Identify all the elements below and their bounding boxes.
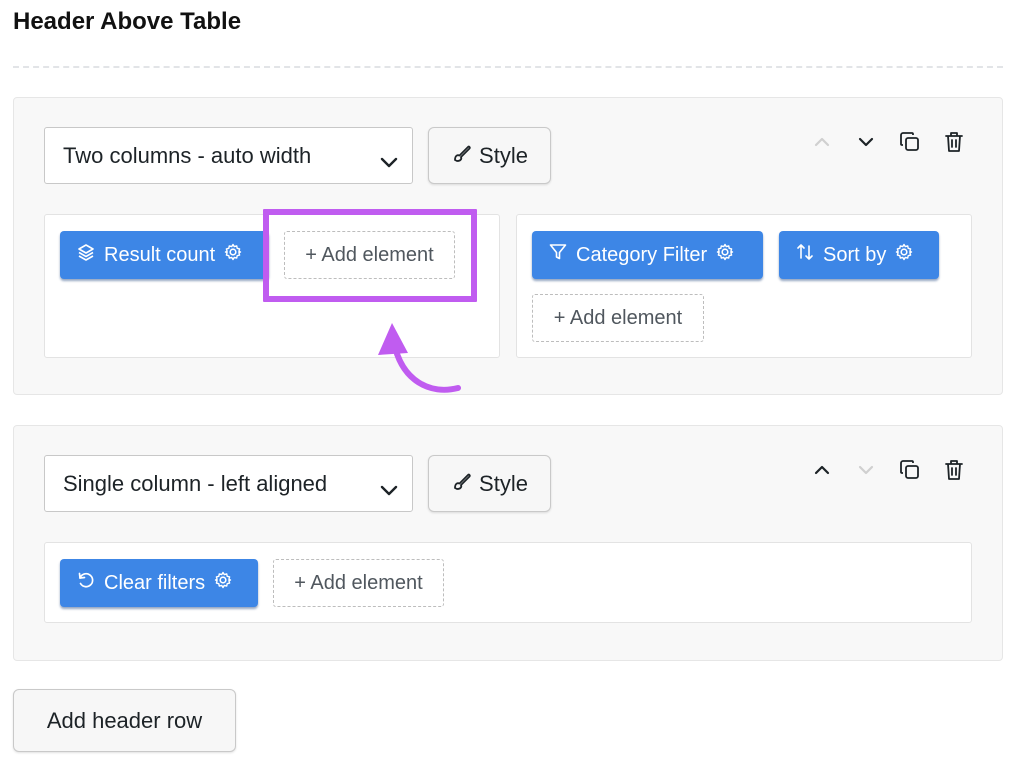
highlight-box xyxy=(263,209,477,302)
element-sort-by[interactable]: Sort by xyxy=(779,231,939,279)
style-button-label: Style xyxy=(479,142,528,168)
layout-select-value: Single column - left aligned xyxy=(63,470,328,496)
settings-gear-icon[interactable] xyxy=(715,242,735,268)
section-title: Header Above Table xyxy=(13,8,242,35)
duplicate-icon[interactable] xyxy=(896,130,924,154)
element-result-count[interactable]: Result count xyxy=(60,231,269,279)
funnel-icon xyxy=(548,242,568,268)
layout-select-value: Two columns - auto width xyxy=(63,142,312,168)
trash-icon[interactable] xyxy=(940,458,968,482)
style-button-label: Style xyxy=(479,470,528,496)
move-down-icon[interactable] xyxy=(852,458,880,482)
element-category-filter[interactable]: Category Filter xyxy=(532,231,763,279)
element-clear-filters[interactable]: Clear filters xyxy=(60,559,258,607)
move-up-icon[interactable] xyxy=(808,458,836,482)
add-header-row-button[interactable]: Add header row xyxy=(13,689,236,752)
move-down-icon[interactable] xyxy=(852,130,880,154)
row-actions xyxy=(808,458,968,482)
layers-icon xyxy=(76,242,96,268)
column-1: Clear filters + Add element xyxy=(44,542,972,623)
brush-icon xyxy=(451,142,473,170)
settings-gear-icon[interactable] xyxy=(223,242,243,268)
duplicate-icon[interactable] xyxy=(896,458,924,482)
layout-select[interactable]: Two columns - auto width xyxy=(44,127,413,184)
divider xyxy=(13,66,1003,68)
sort-arrows-icon xyxy=(795,242,815,268)
trash-icon[interactable] xyxy=(940,130,968,154)
add-element-button[interactable]: + Add element xyxy=(532,294,704,342)
element-label: Category Filter xyxy=(576,243,708,266)
style-button[interactable]: Style xyxy=(428,127,551,184)
element-label: Result count xyxy=(104,243,216,266)
brush-icon xyxy=(451,470,473,498)
row-actions xyxy=(808,130,968,154)
chevron-down-icon xyxy=(380,149,398,175)
chevron-down-icon xyxy=(380,477,398,503)
header-row-2: Single column - left aligned Style Clear xyxy=(13,425,1003,661)
move-up-icon[interactable] xyxy=(808,130,836,154)
add-element-button[interactable]: + Add element xyxy=(273,559,444,607)
element-label: Clear filters xyxy=(104,571,206,594)
style-button[interactable]: Style xyxy=(428,455,551,512)
header-row-1: Two columns - auto width Style Result co… xyxy=(13,97,1003,395)
curved-arrow-icon xyxy=(378,323,461,393)
settings-gear-icon[interactable] xyxy=(213,570,233,596)
element-label: Sort by xyxy=(823,243,887,266)
column-2: Category Filter Sort by + Add element xyxy=(516,214,972,358)
settings-gear-icon[interactable] xyxy=(894,242,914,268)
reset-icon xyxy=(76,570,96,596)
layout-select[interactable]: Single column - left aligned xyxy=(44,455,413,512)
